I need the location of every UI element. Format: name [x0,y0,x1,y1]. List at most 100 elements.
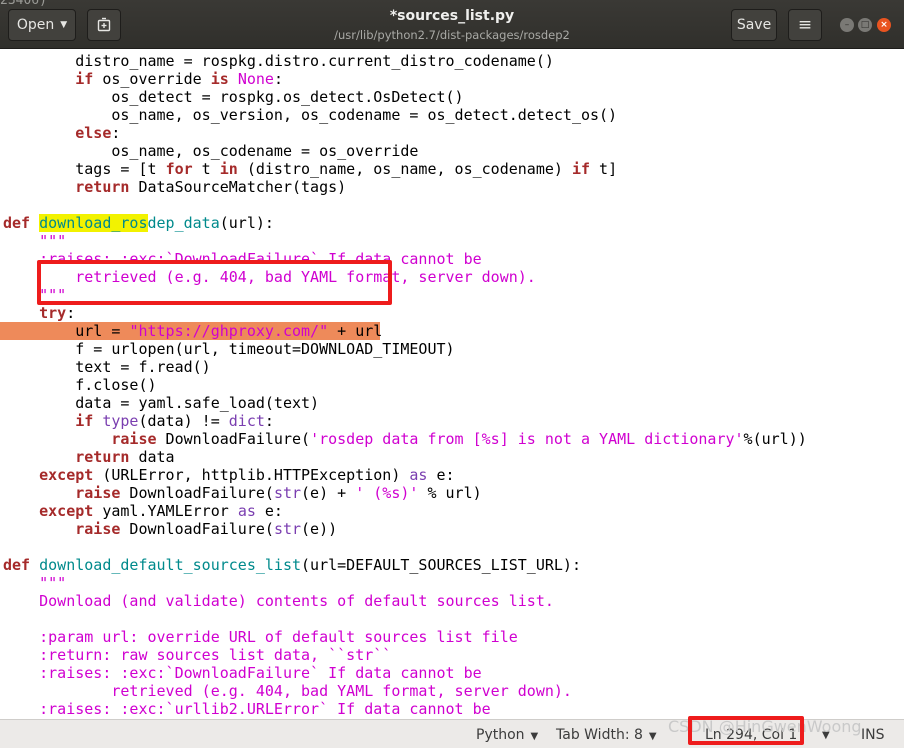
save-button[interactable]: Save [731,9,777,41]
code-line: return data [3,448,174,466]
code-token: try [39,304,67,322]
code-token: retrieved (e.g. 404, bad YAML format, se… [3,682,572,700]
code-token: :param url: override URL of default sour… [3,628,518,646]
code-line: try: [3,304,75,322]
code-token: distro_name = rospkg.distro.current_dist… [3,52,554,70]
code-line: else: [3,124,120,142]
code-line: f = urlopen(url, timeout=DOWNLOAD_TIMEOU… [3,340,455,358]
code-token: %(url)) [743,430,807,448]
code-token: if [571,160,591,178]
code-token: str [273,484,302,502]
code-token: (e)) [301,520,338,538]
menu-button[interactable]: ≡ [788,9,822,41]
code-line: :param url: override URL of default sour… [3,628,518,646]
code-token: f = urlopen(url, timeout=DOWNLOAD_TIMEOU… [3,340,455,358]
code-token: if [75,70,94,88]
code-editor[interactable]: distro_name = rospkg.distro.current_dist… [0,49,904,719]
chevron-down-icon: ▼ [530,731,539,742]
code-token: except [39,502,94,520]
code-token: ' (%s)' [355,484,419,502]
code-token: e: [427,466,455,484]
code-line: """ [3,574,66,592]
annotation-box-cursor-position [688,716,804,745]
code-token: "https://ghproxy.com/" [129,322,329,340]
code-token: e: [255,502,283,520]
code-token: os_name, os_version, os_codename = os_de… [3,106,618,124]
code-token: os_detect = rospkg.os_detect.OsDetect() [3,88,464,106]
annotation-box-modified-line [37,260,392,305]
code-token: data = yaml.safe_load(text) [3,394,320,412]
tab-width-label: Tab Width: 8 [556,727,643,743]
code-token: in [219,160,238,178]
code-token: return [75,178,130,196]
maximize-button[interactable]: □ [858,18,872,32]
tab-width-selector[interactable]: Tab Width: 8 ▼ [556,727,657,743]
code-token: else [75,124,112,142]
code-token: download_default_sources_list [39,556,302,574]
code-token: (data) != [138,412,229,430]
code-token: """ [3,574,67,592]
code-line: if os_override is None: [3,70,283,88]
minimize-button[interactable]: – [840,18,854,32]
code-token: None [237,70,274,88]
code-token: DownloadFailure( [120,484,274,502]
code-token: except [39,466,94,484]
language-label: Python [476,727,525,743]
code-token: as [409,466,428,484]
code-token: : [264,412,274,430]
code-token: Download (and validate) contents of defa… [3,592,554,610]
minimize-icon: – [844,19,850,30]
code-token: if [75,412,94,430]
background-text: 23406) [0,0,47,8]
window-title: *sources_list.py [389,8,515,24]
code-token: def [3,556,31,574]
gedit-window: 23406) Open ▼ *sources_list.py /usr/lib/… [0,0,904,748]
code-token: DownloadFailure( [156,430,311,448]
code-token: raise [111,430,157,448]
code-token: tags = [t [3,160,166,178]
close-icon: × [880,19,888,30]
language-selector[interactable]: Python ▼ [476,727,538,743]
code-token: f.close() [3,376,157,394]
code-line: Download (and validate) contents of defa… [3,592,554,610]
code-line: if type(data) != dict: [3,412,274,430]
code-token: :raises: :exc:`DownloadFailure` If data … [3,664,482,682]
code-token: str [273,520,302,538]
code-token: DownloadFailure( [120,520,274,538]
code-token: : [111,124,121,142]
code-token: return [75,448,130,466]
code-token: """ [39,232,67,250]
code-line: except (URLError, httplib.HTTPException)… [3,466,455,484]
open-button[interactable]: Open ▼ [8,9,76,41]
code-token: DataSourceMatcher(tags) [129,178,347,196]
code-token: : [273,70,283,88]
code-token: 'rosdep data from [%s] is not a YAML dic… [310,430,744,448]
code-line: distro_name = rospkg.distro.current_dist… [3,52,554,70]
header-bar: 23406) Open ▼ *sources_list.py /usr/lib/… [0,0,904,49]
code-line: except yaml.YAMLError as e: [3,502,283,520]
open-button-label: Open [16,17,55,33]
code-token: (distro_name, os_name, os_codename) [237,160,572,178]
code-line: url = "https://ghproxy.com/" + url [3,322,382,340]
code-token: os_override [93,70,211,88]
code-line: os_name, os_codename = os_override [3,142,418,160]
close-button[interactable]: × [877,18,891,32]
code-line: raise DownloadFailure(str(e)) [3,520,337,538]
hamburger-menu-icon: ≡ [797,15,813,35]
code-line: """ [3,232,66,250]
code-token: yaml.YAMLError [93,502,238,520]
chevron-down-icon: ▼ [60,20,68,30]
code-line: return DataSourceMatcher(tags) [3,178,346,196]
code-token: url = [3,322,130,340]
new-document-button[interactable] [87,9,121,41]
